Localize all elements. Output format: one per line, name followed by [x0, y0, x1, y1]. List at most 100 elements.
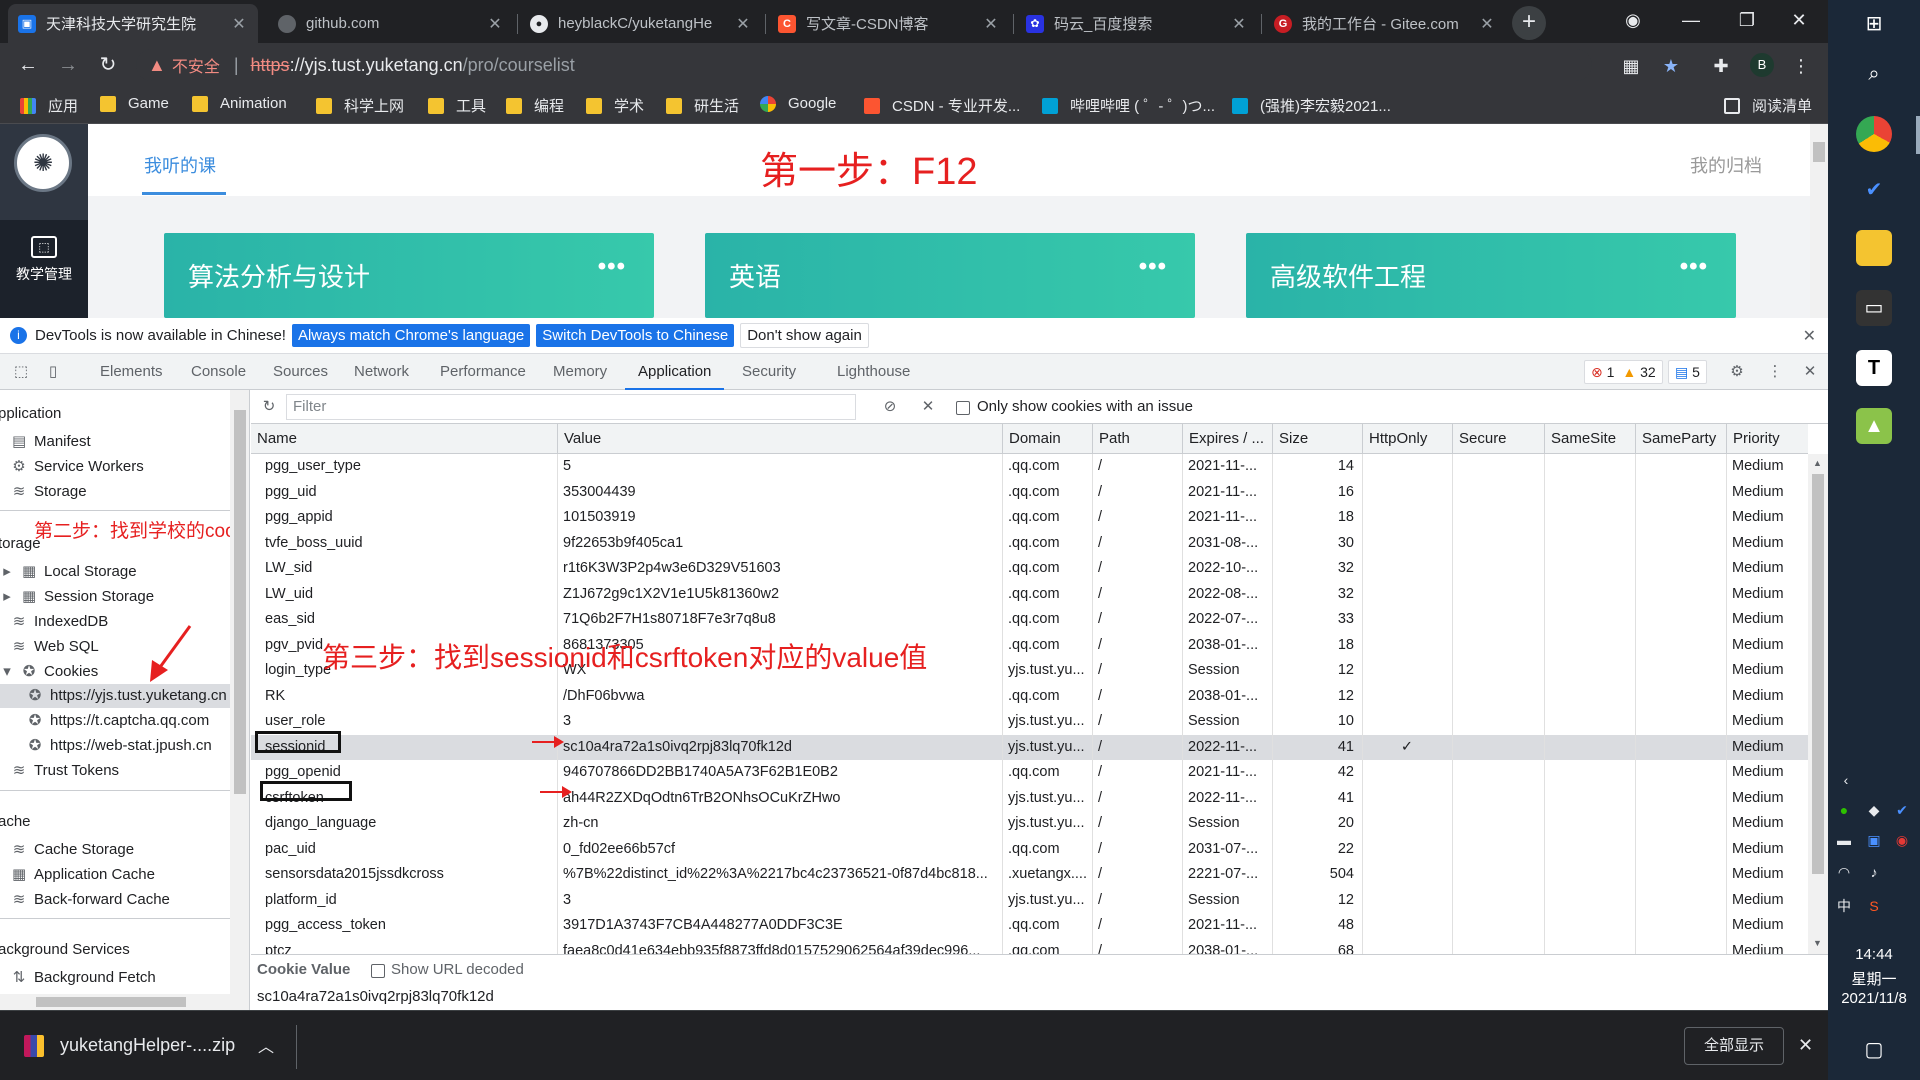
tray-expand-icon[interactable]: ‹: [1836, 770, 1856, 790]
sidebar-item-indexeddb[interactable]: ≋ IndexedDB: [12, 610, 109, 634]
page-scrollbar[interactable]: [1810, 124, 1828, 318]
course-card-0[interactable]: 算法分析与设计 •••: [164, 233, 654, 318]
table-row[interactable]: eas_sid 71Q6b2F7H1s80718F7e3r7q8u8 .qq.com…: [251, 607, 1808, 632]
bookmark-folder-grad-life[interactable]: 研生活: [666, 95, 739, 116]
minimize-button[interactable]: —: [1662, 0, 1720, 40]
sidebar-scrollbar[interactable]: [230, 390, 249, 1010]
sogou-input-icon[interactable]: S: [1864, 896, 1884, 916]
wifi-icon[interactable]: ◠: [1834, 862, 1854, 882]
close-tab-icon[interactable]: ✕: [486, 14, 504, 34]
table-row[interactable]: sensorsdata2015jssdkcross %7B%22distinct_…: [251, 862, 1808, 887]
column-secure[interactable]: Secure: [1452, 424, 1544, 454]
sidebar-item-web-sql[interactable]: ≋ Web SQL: [12, 635, 99, 659]
browser-tab-0[interactable]: ▣ 天津科技大学研究生院 ✕: [8, 4, 258, 43]
inspect-element-icon[interactable]: ⬚: [12, 363, 30, 381]
bookmark-folder-vpn[interactable]: 科学上网: [316, 95, 404, 116]
settings-gear-icon[interactable]: ⚙: [1728, 363, 1746, 381]
devtools-tab-network[interactable]: Network: [354, 354, 409, 390]
table-row[interactable]: RK/DhF06bvwa .qq.com / 2038-01-... 12 Medium: [251, 684, 1808, 709]
ime-indicator[interactable]: 中: [1834, 896, 1854, 916]
sidebar-item-cache-storage[interactable]: ≋ Cache Storage: [12, 838, 134, 862]
table-row[interactable]: pac_uid 0_fd02ee66b57cf .qq.com / 2031-07-..…: [251, 837, 1808, 862]
table-row[interactable]: pgg_access_token 3917D1A3743F7CB4A448277A…: [251, 913, 1808, 938]
devtools-tab-elements[interactable]: Elements: [100, 354, 163, 390]
table-row[interactable]: tvfe_boss_uuid 9f22653b9f405ca1 .qq.com / 20…: [251, 531, 1808, 556]
sidebar-item-manifest[interactable]: ▤ Manifest: [12, 430, 91, 454]
show-all-downloads-button[interactable]: 全部显示: [1684, 1027, 1784, 1065]
more-options-icon[interactable]: •••: [1680, 253, 1708, 281]
bookmark-folder-game[interactable]: Game: [100, 95, 169, 112]
battery-tray-icon[interactable]: ▬: [1834, 830, 1854, 850]
column-path[interactable]: Path: [1092, 424, 1182, 454]
cookie-origin-yuketang[interactable]: ✪ https://yjs.tust.yuketang.cn: [28, 684, 227, 708]
devtools-tab-performance[interactable]: Performance: [440, 354, 526, 390]
table-scrollbar[interactable]: ▲ ▼: [1808, 454, 1828, 954]
cookie-filter-input[interactable]: Filter: [286, 394, 856, 420]
close-tab-icon[interactable]: ✕: [1478, 14, 1496, 34]
devtools-menu-icon[interactable]: ⋮: [1766, 363, 1784, 381]
devtools-tab-application[interactable]: Application: [625, 354, 725, 390]
browser-tab-1[interactable]: github.com ✕: [268, 4, 514, 43]
table-row[interactable]: LW_uid Z1J672g9c1X2V1e1U5k81360w2 .qq.com /…: [251, 582, 1808, 607]
reload-button[interactable]: ↻: [94, 51, 122, 79]
new-tab-button[interactable]: +: [1512, 6, 1546, 40]
refresh-icon[interactable]: ↻: [260, 398, 278, 416]
table-row[interactable]: csrftoken ah44R2ZXDqOdtn6TrB2ONhsOCuKrZHw…: [251, 786, 1808, 811]
table-row[interactable]: user_role 3 yjs.tust.yu... / Session 10 Medium: [251, 709, 1808, 734]
chevron-up-icon[interactable]: ︿: [258, 1033, 274, 1057]
table-row[interactable]: django_language zh-cn yjs.tust.yu... / Sessi…: [251, 811, 1808, 836]
nav-item-teaching[interactable]: ⬚ 教学管理: [0, 220, 88, 318]
table-row[interactable]: pgg_openid 946707866DD2BB1740A5A73F62B1E0…: [251, 760, 1808, 785]
sidebar-item-local-storage[interactable]: ▸ ▦ Local Storage: [0, 560, 136, 584]
sidebar-item-background-fetch[interactable]: ⇅ Background Fetch: [12, 966, 156, 990]
extensions-icon[interactable]: ✚: [1710, 55, 1732, 77]
dont-show-again-button[interactable]: Don't show again: [740, 323, 869, 348]
only-issues-checkbox[interactable]: [956, 401, 970, 415]
todo-app-icon[interactable]: ✔: [1856, 172, 1892, 208]
browser-tab-3[interactable]: C 写文章-CSDN博客 ✕: [768, 4, 1010, 43]
column-domain[interactable]: Domain: [1002, 424, 1092, 454]
weibo-tray-icon[interactable]: ◉: [1892, 830, 1912, 850]
close-tab-icon[interactable]: ✕: [1230, 14, 1248, 34]
table-row[interactable]: pgg_uid 353004439 .qq.com / 2021-11-... 16 Med…: [251, 480, 1808, 505]
close-devtools-icon[interactable]: ✕: [1801, 363, 1819, 381]
table-row[interactable]: pgg_appid 101503919 .qq.com / 2021-11-... 18 M…: [251, 505, 1808, 530]
sidebar-item-storage[interactable]: ≋ Storage: [12, 480, 87, 504]
restore-button[interactable]: ❐: [1718, 0, 1776, 40]
table-row[interactable]: platform_id 3 yjs.tust.yu... / Session 12 Medi…: [251, 888, 1808, 913]
sidebar-item-bfcache[interactable]: ≋ Back-forward Cache: [12, 888, 170, 912]
devtools-tab-sources[interactable]: Sources: [273, 354, 328, 390]
search-icon[interactable]: ⌕: [1856, 56, 1892, 92]
course-card-2[interactable]: 高级软件工程 •••: [1246, 233, 1736, 318]
clock-time[interactable]: 14:44: [1828, 946, 1920, 963]
terminal-app-icon[interactable]: ▭: [1856, 290, 1892, 326]
browser-tab-5[interactable]: G 我的工作台 - Gitee.com ✕: [1264, 4, 1506, 43]
close-tab-icon[interactable]: ✕: [982, 14, 1000, 34]
column-expires[interactable]: Expires / ...: [1182, 424, 1272, 454]
column-name[interactable]: Name: [251, 424, 557, 454]
typora-app-icon[interactable]: T: [1856, 350, 1892, 386]
device-toolbar-icon[interactable]: ▯: [44, 363, 62, 381]
volume-icon[interactable]: ♪: [1864, 862, 1884, 882]
bookmark-folder-coding[interactable]: 编程: [506, 95, 564, 116]
devtools-tab-memory[interactable]: Memory: [553, 354, 607, 390]
clock-date[interactable]: 2021/11/8: [1828, 990, 1920, 1007]
wechat-tray-icon[interactable]: ●: [1834, 800, 1854, 820]
show-url-decoded-checkbox[interactable]: [371, 964, 385, 978]
match-language-button[interactable]: Always match Chrome's language: [291, 324, 531, 347]
bookmark-google[interactable]: Google: [760, 95, 836, 112]
column-priority[interactable]: Priority: [1726, 424, 1808, 454]
cookie-origin-jpush[interactable]: ✪ https://web-stat.jpush.cn: [28, 734, 212, 758]
bookmark-folder-academic[interactable]: 学术: [586, 95, 644, 116]
address-bar[interactable]: ▲ 不安全 | https ://yjs.tust.yuketang.cn /p…: [136, 49, 1592, 81]
browser-tab-2[interactable]: ● heyblackC/yuketangHe ✕: [520, 4, 762, 43]
file-explorer-icon[interactable]: [1856, 230, 1892, 266]
devtools-tab-lighthouse[interactable]: Lighthouse: [837, 354, 910, 390]
bookmark-lhy-course[interactable]: (强推)李宏毅2021...: [1232, 95, 1391, 116]
forward-button[interactable]: →: [54, 51, 82, 79]
bookmark-csdn[interactable]: CSDN - 专业开发...: [864, 95, 1020, 116]
close-notice-icon[interactable]: ✕: [1803, 326, 1816, 346]
menu-kebab-icon[interactable]: ⋮: [1790, 55, 1812, 77]
sidebar-item-session-storage[interactable]: ▸ ▦ Session Storage: [0, 585, 154, 609]
close-tab-icon[interactable]: ✕: [734, 14, 752, 34]
